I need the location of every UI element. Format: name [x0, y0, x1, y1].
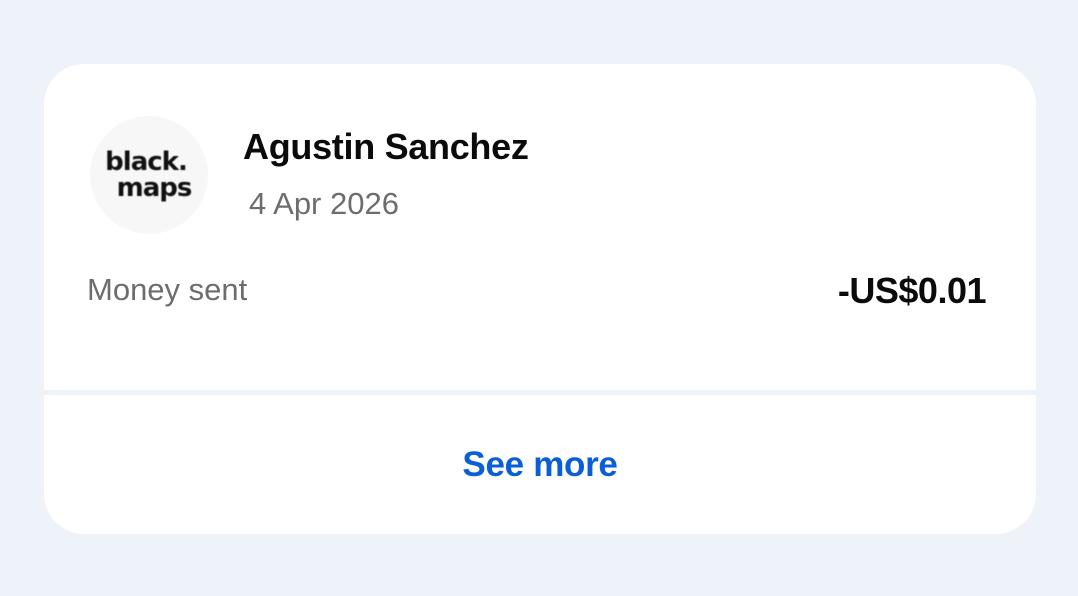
- see-more-label: See more: [462, 444, 618, 484]
- merchant-logo-line1: black.: [105, 147, 188, 177]
- transaction-date: 4 Apr 2026: [249, 186, 399, 221]
- transaction-amount: -US$0.01: [837, 270, 987, 311]
- transaction-type-label: Money sent: [87, 272, 248, 307]
- counterparty-name: Agustin Sanchez: [243, 126, 529, 167]
- merchant-logo-line2: maps: [116, 173, 193, 203]
- transaction-card: black. maps Agustin Sanchez 4 Apr 2026 M…: [44, 64, 1036, 534]
- transaction-summary[interactable]: black. maps Agustin Sanchez 4 Apr 2026 M…: [44, 64, 1036, 390]
- merchant-avatar[interactable]: black. maps: [90, 116, 208, 234]
- see-more-button[interactable]: See more: [44, 395, 1036, 534]
